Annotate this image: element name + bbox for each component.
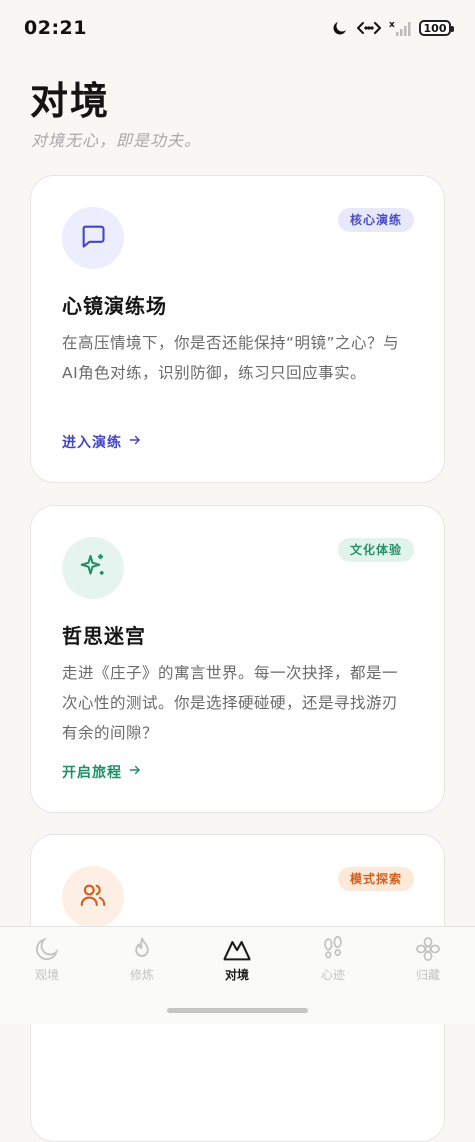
footprints-icon (319, 935, 347, 963)
svg-text:x: x (389, 20, 395, 30)
flame-icon (128, 935, 156, 963)
nav-item-practice[interactable]: 修炼 (107, 935, 177, 983)
battery-icon: 100 (419, 20, 454, 36)
nav-item-confront[interactable]: 对境 (202, 935, 272, 983)
start-journey-link[interactable]: 开启旅程 (62, 762, 142, 782)
moon-icon (33, 935, 61, 963)
page-title: 对境 (30, 79, 111, 123)
sparkles-icon (78, 551, 108, 585)
card-title: 哲思迷宫 (62, 624, 146, 648)
mountain-icon (222, 935, 252, 963)
nav-item-archive[interactable]: 归藏 (393, 935, 463, 983)
link-arrows-icon (357, 20, 381, 36)
card-badge: 核心演练 (337, 208, 414, 232)
card-badge: 模式探索 (337, 867, 414, 891)
card-mirror-practice[interactable]: 核心演练 心镜演练场 在高压情境下，你是否还能保持“明镜”之心？与AI角色对练，… (30, 175, 445, 483)
nav-item-observe[interactable]: 观境 (12, 935, 82, 983)
card-icon-container (62, 537, 124, 599)
card-link-label: 进入演练 (62, 435, 122, 451)
status-icons: x 100 (331, 19, 454, 37)
card-description: 走进《庄子》的寓言世界。每一次抉择，都是一次心性的测试。你是选择硬碰硬，还是寻找… (62, 664, 399, 742)
home-indicator[interactable] (167, 1008, 308, 1013)
card-philosophy-maze[interactable]: 文化体验 哲思迷宫 走进《庄子》的寓言世界。每一次抉择，都是一次心性的测试。你是… (30, 505, 445, 813)
card-icon-container (62, 866, 124, 928)
nav-label: 观境 (34, 968, 59, 982)
users-icon (78, 880, 108, 914)
card-badge: 文化体验 (337, 538, 414, 562)
status-time: 02:21 (24, 17, 87, 39)
nav-label: 归藏 (415, 968, 440, 982)
flower-icon (414, 935, 442, 963)
moon-icon (331, 19, 349, 37)
nav-item-traces[interactable]: 心迹 (298, 935, 368, 983)
chat-bubble-icon (79, 222, 107, 254)
card-title: 心镜演练场 (62, 294, 167, 318)
nav-label: 对境 (224, 968, 249, 982)
card-icon-container (62, 207, 124, 269)
arrow-right-icon (128, 763, 142, 781)
card-description: 在高压情境下，你是否还能保持“明镜”之心？与AI角色对练，识别防御，练习只回应事… (62, 334, 400, 382)
enter-practice-link[interactable]: 进入演练 (62, 432, 142, 452)
card-link-label: 开启旅程 (62, 765, 122, 781)
nav-label: 心迹 (320, 968, 345, 982)
arrow-right-icon (128, 433, 142, 451)
signal-off-icon: x (389, 19, 411, 37)
page-subtitle: 对境无心，即是功夫。 (31, 131, 202, 150)
nav-label: 修炼 (129, 968, 154, 982)
status-bar: 02:21 x 100 (0, 0, 475, 56)
